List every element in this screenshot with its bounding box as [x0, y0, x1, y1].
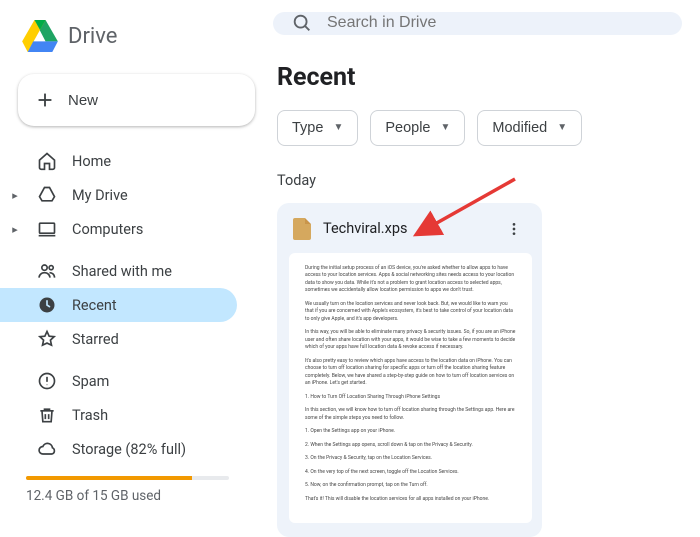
filter-row: Type ▼ People ▼ Modified ▼: [277, 110, 682, 146]
nav-label-my-drive: My Drive: [72, 187, 128, 204]
clock-icon: [36, 295, 58, 315]
chevron-right-icon: ▸: [10, 189, 20, 202]
brand: Drive: [0, 12, 255, 62]
nav-item-storage[interactable]: ▸ Storage (82% full): [0, 432, 237, 466]
filter-type-label: Type: [292, 120, 323, 136]
main: Recent Type ▼ People ▼ Modified ▼ Today: [255, 0, 700, 537]
nav-item-recent[interactable]: ▸ Recent: [0, 288, 237, 322]
storage-usage-text: 12.4 GB of 15 GB used: [0, 488, 255, 504]
chevron-down-icon: ▼: [441, 122, 451, 133]
trash-icon: [36, 405, 58, 425]
filter-people-label: People: [385, 120, 430, 136]
file-more-button[interactable]: [500, 215, 528, 243]
nav-item-shared[interactable]: ▸ Shared with me: [0, 254, 237, 288]
page-title: Recent: [277, 63, 682, 92]
nav-label-trash: Trash: [72, 407, 108, 424]
filter-type[interactable]: Type ▼: [277, 110, 358, 146]
nav-label-computers: Computers: [72, 221, 143, 238]
file-name: Techviral.xps: [323, 220, 488, 237]
home-icon: [36, 151, 58, 171]
chevron-right-icon: ▸: [10, 223, 20, 236]
nav: ▸ Home ▸ My Drive ▸ Computers: [0, 144, 255, 466]
file-type-icon: [293, 218, 311, 240]
nav-label-starred: Starred: [72, 331, 119, 348]
people-icon: [36, 261, 58, 281]
search-icon: [291, 12, 313, 34]
nav-item-home[interactable]: ▸ Home: [0, 144, 237, 178]
chevron-down-icon: ▼: [557, 122, 567, 133]
nav-label-spam: Spam: [72, 373, 109, 390]
nav-item-computers[interactable]: ▸ Computers: [0, 212, 237, 246]
storage-bar: [26, 476, 229, 480]
search-input[interactable]: [327, 14, 664, 32]
filter-modified-label: Modified: [492, 120, 547, 136]
drive-outline-icon: [36, 185, 58, 205]
storage-bar-fill: [26, 476, 192, 480]
drive-logo-icon: [22, 20, 58, 52]
nav-item-my-drive[interactable]: ▸ My Drive: [0, 178, 237, 212]
nav-label-recent: Recent: [72, 297, 117, 314]
spam-icon: [36, 371, 58, 391]
search-bar[interactable]: [273, 12, 682, 35]
filter-people[interactable]: People ▼: [370, 110, 465, 146]
file-card[interactable]: Techviral.xps During the initial setup p…: [277, 203, 542, 537]
cloud-icon: [36, 439, 58, 459]
file-card-header: Techviral.xps: [289, 215, 532, 243]
filter-modified[interactable]: Modified ▼: [477, 110, 582, 146]
plus-icon: [34, 89, 56, 111]
kebab-icon: [506, 221, 522, 237]
chevron-down-icon: ▼: [333, 122, 343, 133]
brand-label: Drive: [68, 24, 117, 49]
new-button-label: New: [68, 92, 98, 109]
computer-icon: [36, 219, 58, 239]
nav-label-storage: Storage (82% full): [72, 441, 186, 458]
star-icon: [36, 329, 58, 349]
file-preview: During the initial setup process of an i…: [289, 253, 532, 524]
nav-label-shared: Shared with me: [72, 263, 172, 280]
sidebar: Drive New ▸ Home ▸ My Drive: [0, 0, 255, 537]
nav-label-home: Home: [72, 153, 111, 170]
nav-item-trash[interactable]: ▸ Trash: [0, 398, 237, 432]
new-button[interactable]: New: [18, 74, 255, 126]
section-today-label: Today: [277, 172, 682, 189]
nav-item-starred[interactable]: ▸ Starred: [0, 322, 237, 356]
nav-item-spam[interactable]: ▸ Spam: [0, 364, 237, 398]
